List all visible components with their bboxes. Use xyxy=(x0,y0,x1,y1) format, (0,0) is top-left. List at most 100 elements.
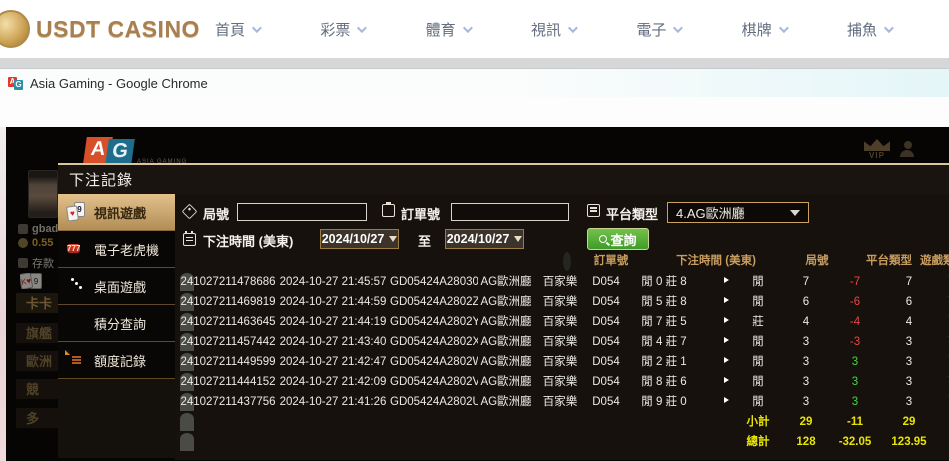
chevron-down-icon xyxy=(357,23,367,33)
nav-item-2[interactable]: 體育 xyxy=(426,19,470,40)
table-no-cell: D054 xyxy=(586,333,626,351)
replay-cell xyxy=(702,293,736,311)
order-input[interactable] xyxy=(451,203,569,221)
modal-content: 局號 訂單號 平台類型 4.AG歐洲廳 下注時間 (美東) 2024/10/27… xyxy=(175,194,949,460)
subtotal-valid: 29 xyxy=(878,413,940,431)
order-cell: 241027211478686 xyxy=(180,273,276,291)
play-type-cell: 閒 xyxy=(736,353,780,371)
result-cell: 閒 4 莊 7 xyxy=(626,333,702,351)
order-cell: 241027211449599 xyxy=(180,353,276,371)
vip-icon[interactable]: VIP xyxy=(860,139,894,160)
game-cell: 百家樂 xyxy=(534,333,586,351)
platform-cell: AG歐洲廳 xyxy=(478,273,534,291)
hall-item-4: 多 xyxy=(16,408,58,430)
cards-icon: 9♥ xyxy=(67,202,87,222)
table-row: 2410272114495992024-10-27 21:42:47GD0542… xyxy=(180,352,194,371)
total-payout: -32.05 xyxy=(832,433,878,451)
menu-item-label: 視訊遊戲 xyxy=(94,203,146,222)
chevron-down-icon xyxy=(568,23,578,33)
nav-item-3[interactable]: 視訊 xyxy=(531,19,575,40)
round-label: 局號 xyxy=(203,204,229,223)
bet-cell: 6 xyxy=(780,293,832,311)
payout-cell: -4 xyxy=(832,313,878,331)
replay-cell xyxy=(702,313,736,331)
empty-cell xyxy=(390,433,478,451)
nav-item-0[interactable]: 首頁 xyxy=(215,19,259,40)
date-to-picker[interactable]: 2024/10/27 xyxy=(445,229,524,249)
chevron-down-icon xyxy=(673,23,683,33)
subtotal-payout: -11 xyxy=(832,413,878,431)
table-row: 2410272114636452024-10-27 21:44:19GD0542… xyxy=(180,312,194,331)
chevron-down-icon xyxy=(252,23,262,33)
table-no-cell: D054 xyxy=(586,273,626,291)
ag-page: gbad 0.55 存款 K♥ 9 卡卡旗艦歐洲競多 百家樂 Zorine A … xyxy=(0,127,949,461)
round-cell: GD05424A2802U xyxy=(390,393,478,411)
bet-time-label: 下注時間 (美東) xyxy=(203,231,293,250)
chrome-titlebar: AG Asia Gaming - Google Chrome xyxy=(0,68,949,97)
menu-item-1[interactable]: 777電子老虎機 xyxy=(58,231,175,268)
replay-cell xyxy=(702,273,736,291)
time-cell: 2024-10-27 21:44:19 xyxy=(276,313,390,331)
play-type-cell: 閒 xyxy=(736,333,780,351)
empty-cell xyxy=(534,433,586,451)
nav-item-label: 體育 xyxy=(426,19,456,40)
chevron-down-icon xyxy=(790,210,800,216)
order-cell: 241027211437756 xyxy=(180,393,276,411)
account-icon[interactable] xyxy=(900,141,916,157)
menu-item-label: 積分查詢 xyxy=(94,314,146,333)
payout-cell: -7 xyxy=(832,273,878,291)
result-cell: 閒 2 莊 1 xyxy=(626,353,702,371)
chevron-down-icon xyxy=(884,23,894,33)
total-label: 總計 xyxy=(736,433,780,451)
result-cell: 閒 5 莊 8 xyxy=(626,293,702,311)
nav-item-5[interactable]: 棋牌 xyxy=(742,19,786,40)
lobby-balance: 0.55 xyxy=(18,237,58,249)
table-header-row: 訂單號下注時間 (美東)局號平台類型遊戲類型桌號結果玩法總投注派彩有效投注額是否… xyxy=(563,252,571,271)
total-valid: 123.95 xyxy=(878,433,940,451)
modal-menu: 9♥ 視訊遊戲 777電子老虎機桌面遊戲積分查詢額度記錄 xyxy=(58,194,175,379)
game-cell: 百家樂 xyxy=(534,273,586,291)
status-cell: 已結算 xyxy=(940,273,949,291)
payout-cell: 3 xyxy=(832,393,878,411)
caret-down-icon xyxy=(514,236,522,242)
menu-item-3[interactable]: 積分查詢 xyxy=(58,305,175,342)
calendar-icon xyxy=(183,233,196,246)
menu-item-2[interactable]: 桌面遊戲 xyxy=(58,268,175,305)
nav-item-label: 彩票 xyxy=(320,19,350,40)
time-cell: 2024-10-27 21:44:59 xyxy=(276,293,390,311)
coin-icon xyxy=(0,10,30,48)
bet-cell: 3 xyxy=(780,353,832,371)
nav-item-label: 首頁 xyxy=(215,19,245,40)
result-cell: 閒 7 莊 5 xyxy=(626,313,702,331)
window-shadow-gap xyxy=(0,58,949,68)
play-type-cell: 閒 xyxy=(736,373,780,391)
bet-cell: 3 xyxy=(780,373,832,391)
bet-cell: 4 xyxy=(780,313,832,331)
status-cell: 已結算 xyxy=(940,373,949,391)
time-cell: 2024-10-27 21:45:57 xyxy=(276,273,390,291)
subtotal-bet: 29 xyxy=(780,413,832,431)
nav-item-4[interactable]: 電子 xyxy=(636,19,680,40)
empty-cell xyxy=(940,413,949,431)
menu-item-0[interactable]: 9♥ 視訊遊戲 xyxy=(58,194,175,231)
platform-cell: AG歐洲廳 xyxy=(478,313,534,331)
round-cell: GD05424A28030 xyxy=(390,273,478,291)
round-input[interactable] xyxy=(237,203,367,221)
nav-item-label: 電子 xyxy=(636,19,666,40)
deposit-button: 存款 xyxy=(18,255,58,271)
empty-cell xyxy=(276,413,390,431)
replay-cell xyxy=(702,393,736,411)
platform-select[interactable]: 4.AG歐洲廳 xyxy=(667,202,809,223)
play-type-cell: 閒 xyxy=(736,273,780,291)
nav-item-1[interactable]: 彩票 xyxy=(320,19,364,40)
platform-value: 4.AG歐洲廳 xyxy=(676,203,745,222)
search-button[interactable]: 查詢 xyxy=(587,228,649,250)
table-subtotal-row: 小計29-1129 xyxy=(180,412,194,431)
total-bet: 128 xyxy=(780,433,832,451)
date-from-picker[interactable]: 2024/10/27 xyxy=(320,229,399,249)
nav-item-6[interactable]: 捕魚 xyxy=(847,19,891,40)
status-cell: 已結算 xyxy=(940,393,949,411)
order-cell: 241027211457442 xyxy=(180,333,276,351)
menu-item-4[interactable]: 額度記錄 xyxy=(58,342,175,379)
replay-cell xyxy=(702,373,736,391)
